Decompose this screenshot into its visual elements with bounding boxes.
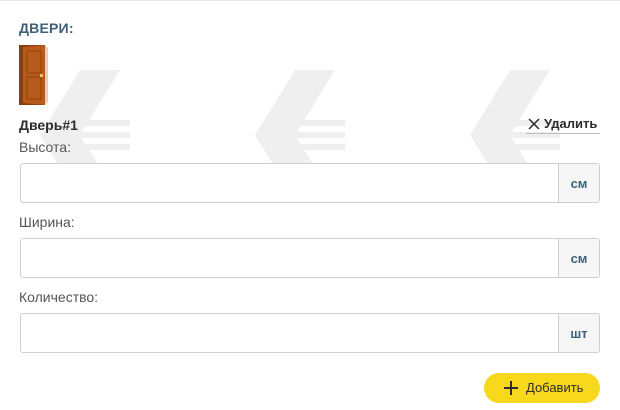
quantity-field-group: шт — [20, 313, 600, 353]
height-input[interactable] — [21, 164, 559, 202]
width-unit: см — [558, 239, 599, 277]
add-door-button[interactable]: Добавить — [484, 373, 600, 403]
width-input[interactable] — [21, 239, 559, 277]
section-title: ДВЕРИ: — [19, 20, 74, 36]
height-label: Высота: — [19, 139, 71, 155]
plus-icon — [504, 381, 518, 395]
door-icon — [19, 45, 48, 105]
height-field-group: см — [20, 163, 600, 203]
quantity-label: Количество: — [19, 289, 99, 305]
close-icon — [528, 118, 540, 130]
quantity-unit: шт — [558, 314, 599, 352]
delete-label: Удалить — [544, 116, 598, 131]
delete-door-button[interactable]: Удалить — [526, 115, 600, 134]
height-unit: см — [558, 164, 599, 202]
add-button-label: Добавить — [526, 380, 584, 395]
width-label: Ширина: — [19, 214, 75, 230]
door-title: Дверь#1 — [19, 117, 78, 133]
width-field-group: см — [20, 238, 600, 278]
top-divider — [0, 0, 620, 1]
quantity-input[interactable] — [21, 314, 559, 352]
